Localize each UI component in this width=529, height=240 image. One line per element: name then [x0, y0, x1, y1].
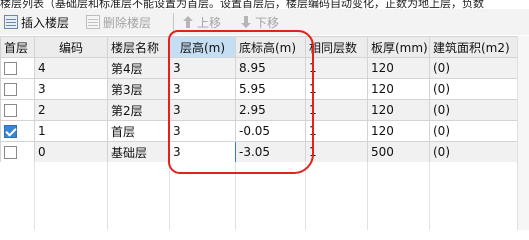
move-up-button[interactable]: 上移 [182, 12, 221, 32]
building-area-cell[interactable]: (0) [429, 141, 518, 163]
base-elevation-cell[interactable]: 8.95 [235, 57, 306, 79]
column-divider [429, 162, 430, 230]
insert-floor-label: 插入楼层 [21, 15, 70, 30]
column-divider [305, 162, 306, 230]
floor-name-cell[interactable]: 首层 [107, 120, 170, 142]
building-area-cell[interactable]: (0) [429, 99, 518, 121]
floor-height-cell[interactable]: 3 [169, 57, 236, 79]
code-cell[interactable]: 1 [34, 120, 108, 142]
column-divider [169, 162, 170, 230]
delete-floor-button[interactable]: 删除楼层 [86, 12, 151, 32]
floor-name-cell[interactable]: 第3层 [107, 78, 170, 100]
base-elevation-cell[interactable]: 2.95 [235, 99, 306, 121]
same-floors-cell[interactable]: 1 [305, 57, 368, 79]
slab-thickness-cell[interactable]: 120 [367, 57, 430, 79]
col-header-floor-name[interactable]: 楼层名称 [107, 36, 170, 58]
code-cell[interactable]: 2 [34, 99, 108, 121]
delete-rows-icon [86, 15, 100, 29]
move-down-button[interactable]: 下移 [240, 12, 279, 32]
table-row[interactable]: 0 基础层 3 -3.05 1 500 (0) [0, 141, 518, 163]
table-row[interactable]: 3 第3层 3 5.95 1 120 (0) [0, 78, 518, 100]
first-floor-checkbox-cell[interactable] [0, 141, 35, 163]
first-floor-checkbox-cell[interactable] [0, 57, 35, 79]
table-row[interactable]: 1 首层 3 -0.05 1 120 (0) [0, 120, 518, 142]
col-header-same-floors[interactable]: 相同层数 [305, 36, 368, 58]
first-floor-checkbox-checked[interactable] [4, 125, 17, 138]
column-divider [367, 162, 368, 230]
arrow-down-icon [240, 15, 252, 29]
delete-floor-label: 删除楼层 [103, 15, 152, 30]
col-header-floor-height[interactable]: 层高(m) [169, 36, 236, 58]
base-elevation-cell[interactable]: -0.05 [235, 120, 306, 142]
building-area-cell[interactable]: (0) [429, 120, 518, 142]
table-row[interactable]: 2 第2层 3 2.95 1 120 (0) [0, 99, 518, 121]
floor-name-cell[interactable]: 基础层 [107, 141, 170, 163]
floor-height-cell[interactable]: 3 [169, 78, 236, 100]
first-floor-checkbox-cell[interactable] [0, 99, 35, 121]
col-header-slab-thickness[interactable]: 板厚(mm) [367, 36, 430, 58]
slab-thickness-cell[interactable]: 120 [367, 78, 430, 100]
floor-name-cell[interactable]: 第2层 [107, 99, 170, 121]
column-divider [107, 162, 108, 230]
code-cell[interactable]: 4 [34, 57, 108, 79]
slab-thickness-cell[interactable]: 500 [367, 141, 430, 163]
floor-height-cell[interactable]: 3 [169, 99, 236, 121]
vertical-scrollbar[interactable] [517, 36, 529, 230]
col-header-code[interactable]: 编码 [34, 36, 108, 58]
same-floors-cell[interactable]: 1 [305, 78, 368, 100]
first-floor-checkbox-cell[interactable] [0, 78, 35, 100]
first-floor-checkbox-cell[interactable] [0, 120, 35, 142]
building-area-cell[interactable]: (0) [429, 57, 518, 79]
building-area-cell[interactable]: (0) [429, 78, 518, 100]
move-down-label: 下移 [255, 15, 280, 30]
insert-rows-icon [4, 15, 18, 29]
list-caption: 楼层列表（基础层和标准层不能设置为首层。设置首层后，楼层编码自动变化，正数为地上… [0, 0, 484, 9]
same-floors-cell[interactable]: 1 [305, 99, 368, 121]
table-empty-area [0, 162, 517, 230]
base-elevation-cell[interactable]: -3.05 [235, 141, 306, 163]
first-floor-checkbox[interactable] [4, 104, 17, 117]
slab-thickness-cell[interactable]: 120 [367, 120, 430, 142]
col-header-building-area[interactable]: 建筑面积(m2) [429, 36, 518, 58]
base-elevation-cell[interactable]: 5.95 [235, 78, 306, 100]
floor-name-cell[interactable]: 第4层 [107, 57, 170, 79]
table-row[interactable]: 4 第4层 3 8.95 1 120 (0) [0, 57, 518, 79]
code-cell[interactable]: 3 [34, 78, 108, 100]
col-header-base-elevation[interactable]: 底标高(m) [235, 36, 306, 58]
col-header-first-floor[interactable]: 首层 [0, 36, 35, 58]
first-floor-checkbox[interactable] [4, 83, 17, 96]
floor-table: 首层 编码 楼层名称 层高(m) 底标高(m) 相同层数 板厚(mm) 建筑面积… [0, 36, 518, 163]
slab-thickness-cell[interactable]: 120 [367, 99, 430, 121]
table-header-row: 首层 编码 楼层名称 层高(m) 底标高(m) 相同层数 板厚(mm) 建筑面积… [0, 36, 518, 58]
arrow-up-icon [182, 15, 194, 29]
toolbar: 插入楼层 删除楼层 上移 下移 [0, 9, 529, 35]
first-floor-checkbox[interactable] [4, 62, 17, 75]
same-floors-cell[interactable]: 1 [305, 141, 368, 163]
same-floors-cell[interactable]: 1 [305, 120, 368, 142]
insert-floor-button[interactable]: 插入楼层 [4, 12, 69, 32]
floor-height-cell[interactable]: 3 [169, 120, 236, 142]
first-floor-checkbox[interactable] [4, 146, 17, 159]
move-up-label: 上移 [197, 15, 222, 30]
column-divider [34, 162, 35, 230]
floor-height-edit-cell[interactable]: 3 [169, 141, 236, 163]
column-divider [235, 162, 236, 230]
toolbar-divider [173, 13, 174, 31]
code-cell[interactable]: 0 [34, 141, 108, 163]
